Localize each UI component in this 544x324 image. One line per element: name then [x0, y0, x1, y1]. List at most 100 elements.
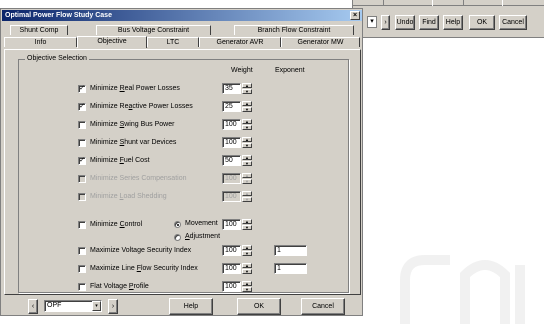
weight-input: 100: [222, 173, 241, 184]
tab-bus-voltage-constraint[interactable]: Bus Voltage Constraint: [96, 25, 211, 35]
weight-input[interactable]: 100: [222, 245, 241, 256]
spin-down-icon[interactable]: ▼: [242, 287, 252, 292]
weight-spinner[interactable]: ▲ ▼: [242, 281, 252, 292]
objective-checkbox[interactable]: [78, 121, 86, 129]
cancel-button[interactable]: Cancel: [499, 15, 527, 30]
next-record-button[interactable]: ›: [108, 299, 118, 314]
weight-input: 100: [222, 191, 241, 202]
help-button[interactable]: Help: [169, 298, 213, 315]
weight-spinner[interactable]: ▲ ▼: [242, 101, 252, 112]
spin-down-icon[interactable]: ▼: [242, 251, 252, 256]
weight-input[interactable]: 100: [222, 263, 241, 274]
objective-label: Maximize Line Flow Security Index: [90, 265, 198, 272]
tab-objective[interactable]: Objective: [77, 36, 147, 48]
weight-input[interactable]: 35: [222, 83, 241, 94]
objective-row: Minimize Series Compensation 100 ▲ ▼: [19, 173, 350, 185]
objective-checkbox[interactable]: [78, 139, 86, 147]
spin-up-icon: ▲: [242, 173, 252, 178]
objective-label: Minimize Load Shedding: [90, 193, 167, 200]
weight-input[interactable]: 100: [222, 137, 241, 148]
group-label: Objective Selection: [25, 55, 89, 62]
spin-down-icon[interactable]: ▼: [242, 269, 252, 274]
spin-down-icon[interactable]: ▼: [242, 89, 252, 94]
spin-down-icon[interactable]: ▼: [242, 225, 252, 230]
spin-up-icon[interactable]: ▲: [242, 83, 252, 88]
find-button[interactable]: Find: [419, 15, 439, 30]
ok-button[interactable]: OK: [469, 15, 495, 30]
weight-spinner[interactable]: ▲ ▼: [242, 119, 252, 130]
objective-label-post: hunt var Devices: [124, 139, 177, 146]
tab-generator-avr[interactable]: Generator AVR: [199, 37, 281, 47]
weight-input[interactable]: 100: [222, 119, 241, 130]
adjustment-radio[interactable]: [174, 234, 181, 241]
weight-spinner[interactable]: ▲ ▼: [242, 155, 252, 166]
spin-down-icon[interactable]: ▼: [242, 161, 252, 166]
weight-input[interactable]: 100: [222, 281, 241, 292]
objective-checkbox[interactable]: [78, 283, 86, 291]
prev-record-button[interactable]: ‹: [28, 299, 38, 314]
spin-up-icon[interactable]: ▲: [242, 263, 252, 268]
spin-down-icon[interactable]: ▼: [242, 107, 252, 112]
spin-down-icon: ▼: [242, 197, 252, 202]
spin-up-icon[interactable]: ▲: [242, 219, 252, 224]
spin-up-icon[interactable]: ▲: [242, 245, 252, 250]
spin-up-icon[interactable]: ▲: [242, 137, 252, 142]
nav-next-button[interactable]: ›: [381, 15, 390, 30]
close-icon[interactable]: ×: [350, 11, 360, 20]
chevron-down-icon[interactable]: ▾: [92, 301, 101, 311]
weight-spinner[interactable]: ▲ ▼: [242, 137, 252, 148]
watermark-stroke: [460, 260, 510, 324]
weight-input[interactable]: 50: [222, 155, 241, 166]
objective-label-pre: Flat Voltage: [90, 283, 129, 290]
undo-button[interactable]: Undo: [395, 15, 415, 30]
objective-row: Minimize Load Shedding 100 ▲ ▼: [19, 191, 350, 203]
exponent-column-header: Exponent: [275, 67, 305, 74]
spin-up-icon[interactable]: ▲: [242, 281, 252, 286]
exponent-input[interactable]: 1: [274, 245, 307, 256]
spin-down-icon[interactable]: ▼: [242, 125, 252, 130]
study-case-combo[interactable]: OPF ▾: [44, 300, 102, 312]
objective-checkbox[interactable]: ✓: [78, 85, 86, 93]
objective-label-post: uel Cost: [123, 157, 150, 164]
background-window: ▾ › Undo Find Help OK Cancel: [352, 0, 544, 38]
weight-spinner[interactable]: ▲ ▼: [242, 245, 252, 256]
objective-label-pre: Minimize: [90, 139, 120, 146]
background-window-strip: [353, 0, 544, 6]
movement-radio[interactable]: [174, 221, 181, 228]
spin-up-icon[interactable]: ▲: [242, 101, 252, 106]
objective-checkbox[interactable]: [78, 221, 86, 229]
spin-up-icon[interactable]: ▲: [242, 119, 252, 124]
weight-spinner[interactable]: ▲ ▼: [242, 263, 252, 274]
objective-label-post: ontrol: [124, 221, 143, 228]
spin-down-icon[interactable]: ▼: [242, 143, 252, 148]
dropdown-arrow-icon[interactable]: ▾: [367, 16, 377, 28]
objective-label-post: ctive Power Losses: [132, 103, 193, 110]
tab-info[interactable]: Info: [4, 37, 77, 47]
objective-label-pre: Minimize Series Compensation: [90, 175, 187, 182]
weight-spinner[interactable]: ▲ ▼: [242, 219, 252, 230]
tab-branch-flow-constraint[interactable]: Branch Flow Constraint: [234, 25, 354, 35]
objective-label-pre: Minimize Re: [90, 103, 129, 110]
objective-checkbox[interactable]: ✓: [78, 157, 86, 165]
help-button[interactable]: Help: [443, 15, 463, 30]
tab-ltc[interactable]: LTC: [147, 37, 199, 47]
tab-generator-mw[interactable]: Generator MW: [281, 37, 360, 47]
weight-input[interactable]: 100: [222, 219, 241, 230]
objective-checkbox[interactable]: ✓: [78, 103, 86, 111]
objective-checkbox[interactable]: [78, 247, 86, 255]
objective-label: Minimize Series Compensation: [90, 175, 186, 182]
objective-checkbox[interactable]: [78, 265, 86, 273]
movement-label: Movement: [185, 220, 218, 227]
objective-checkbox: [78, 175, 86, 183]
ok-button[interactable]: OK: [237, 298, 281, 315]
objective-row: Minimize Swing Bus Power 100 ▲ ▼: [19, 119, 350, 131]
spin-up-icon[interactable]: ▲: [242, 155, 252, 160]
weight-spinner[interactable]: ▲ ▼: [242, 83, 252, 94]
exponent-input[interactable]: 1: [274, 263, 307, 274]
weight-input[interactable]: 25: [222, 101, 241, 112]
dialog-titlebar[interactable]: Optimal Power Flow Study Case ×: [2, 10, 362, 21]
tab-shunt-comp[interactable]: Shunt Comp: [10, 25, 68, 35]
cancel-button[interactable]: Cancel: [301, 298, 345, 315]
objective-row: ✓ Minimize Reactive Power Losses 25 ▲ ▼: [19, 101, 350, 113]
objective-row: ✓ Minimize Real Power Losses 35 ▲ ▼: [19, 83, 350, 95]
